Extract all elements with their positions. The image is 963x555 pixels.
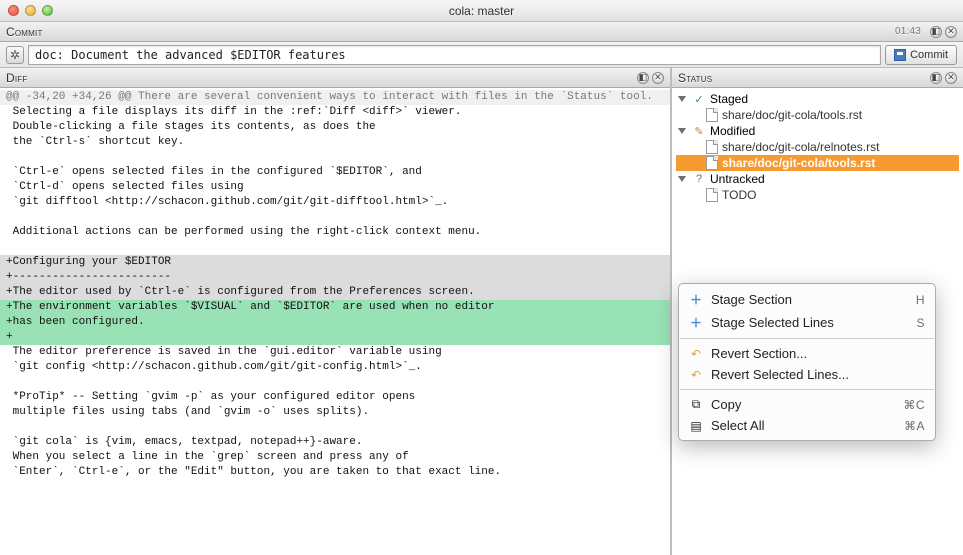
menu-item-shortcut: ⌘A	[904, 419, 925, 433]
menu-item-label: Stage Section	[711, 292, 908, 307]
diff-panel: Diff ◧ ✕ @@ -34,20 +34,26 @@ There are s…	[0, 68, 672, 555]
menu-item-label: Select All	[711, 418, 896, 433]
menu-item[interactable]: ↶ Revert Section...	[679, 343, 935, 364]
diff-line[interactable]: *ProTip* -- Setting `gvim -p` as your co…	[0, 390, 670, 405]
menu-item[interactable]: ▤ Select All ⌘A	[679, 415, 935, 436]
commit-button[interactable]: Commit	[885, 45, 957, 65]
diff-line[interactable]: Additional actions can be performed usin…	[0, 225, 670, 240]
diff-line[interactable]: @@ -34,20 +34,26 @@ There are several co…	[0, 90, 670, 105]
status-group-untracked[interactable]: ? Untracked	[676, 171, 959, 187]
diff-line[interactable]: +	[0, 330, 670, 345]
untracked-icon: ?	[692, 172, 706, 186]
status-group-modified[interactable]: ✎ Modified	[676, 123, 959, 139]
diff-line[interactable]: Selecting a file displays its diff in th…	[0, 105, 670, 120]
diff-line[interactable]	[0, 210, 670, 225]
selectall-icon: ▤	[689, 419, 703, 433]
plus-icon: ＋	[689, 314, 703, 331]
diff-line[interactable]	[0, 150, 670, 165]
status-group-label: Modified	[710, 124, 755, 138]
diff-line[interactable]: `git difftool <http://schacon.github.com…	[0, 195, 670, 210]
status-item[interactable]: share/doc/git-cola/relnotes.rst	[676, 139, 959, 155]
diff-header: Diff ◧ ✕	[0, 68, 670, 88]
status-item-path: share/doc/git-cola/tools.rst	[722, 156, 875, 170]
staged-icon: ✓	[692, 92, 706, 106]
commit-header: Commit 01:43 ◧ ✕	[0, 22, 963, 42]
context-menu: ＋ Stage Section H ＋ Stage Selected Lines S ↶ Re…	[678, 283, 936, 441]
menu-item-shortcut: S	[916, 316, 925, 330]
status-item[interactable]: share/doc/git-cola/tools.rst	[676, 107, 959, 123]
commit-bar: ✲ Commit	[0, 42, 963, 68]
status-header: Status ◧ ✕	[672, 68, 963, 88]
file-icon	[706, 140, 718, 154]
diff-line[interactable]: +The environment variables `$VISUAL` and…	[0, 300, 670, 315]
status-item-path: share/doc/git-cola/relnotes.rst	[722, 140, 879, 154]
titlebar: cola: master	[0, 0, 963, 22]
diff-line[interactable]: `git config <http://schacon.github.com/g…	[0, 360, 670, 375]
diff-line[interactable]: multiple files using tabs (and `gvim -o`…	[0, 405, 670, 420]
diff-line[interactable]: +------------------------	[0, 270, 670, 285]
diff-line[interactable]: `Enter`, `Ctrl-e`, or the "Edit" button,…	[0, 465, 670, 480]
status-header-label: Status	[678, 71, 712, 85]
diff-line[interactable]: the `Ctrl-s` shortcut key.	[0, 135, 670, 150]
menu-item[interactable]: ＋ Stage Selected Lines S	[679, 311, 935, 334]
diff-line[interactable]: `Ctrl-e` opens selected files in the con…	[0, 165, 670, 180]
chevron-down-icon	[678, 128, 686, 134]
diff-line[interactable]	[0, 240, 670, 255]
menu-item[interactable]: ↶ Revert Selected Lines...	[679, 364, 935, 385]
diff-line[interactable]: The editor preference is saved in the `g…	[0, 345, 670, 360]
detach-icon[interactable]: ◧	[930, 72, 942, 84]
detach-icon[interactable]: ◧	[637, 72, 649, 84]
status-item[interactable]: share/doc/git-cola/tools.rst	[676, 155, 959, 171]
menu-item-shortcut: ⌘C	[903, 398, 925, 412]
status-item-path: share/doc/git-cola/tools.rst	[722, 108, 862, 122]
menu-item-shortcut: H	[916, 293, 925, 307]
close-panel-icon[interactable]: ✕	[945, 72, 957, 84]
undo-icon: ↶	[689, 368, 703, 382]
file-icon	[706, 108, 718, 122]
chevron-down-icon	[678, 96, 686, 102]
save-icon	[894, 49, 906, 61]
window-title: cola: master	[0, 4, 963, 18]
menu-separator	[680, 338, 934, 339]
diff-line[interactable]: +has been configured.	[0, 315, 670, 330]
menu-item-label: Copy	[711, 397, 895, 412]
commit-header-label: Commit	[6, 25, 43, 39]
file-icon	[706, 156, 718, 170]
commit-message-input[interactable]	[28, 45, 881, 65]
commit-button-label: Commit	[910, 49, 948, 61]
gear-icon[interactable]: ✲	[6, 46, 24, 64]
chevron-down-icon	[678, 176, 686, 182]
diff-line[interactable]: Double-clicking a file stages its conten…	[0, 120, 670, 135]
diff-view[interactable]: @@ -34,20 +34,26 @@ There are several co…	[0, 88, 670, 555]
menu-item-label: Revert Section...	[711, 346, 917, 361]
menu-item-label: Stage Selected Lines	[711, 315, 908, 330]
menu-separator	[680, 389, 934, 390]
status-group-staged[interactable]: ✓ Staged	[676, 91, 959, 107]
diff-line[interactable]: `Ctrl-d` opens selected files using	[0, 180, 670, 195]
undo-icon: ↶	[689, 347, 703, 361]
commit-time: 01:43	[895, 26, 921, 37]
status-item[interactable]: TODO	[676, 187, 959, 203]
diff-line[interactable]: When you select a line in the `grep` scr…	[0, 450, 670, 465]
status-group-label: Untracked	[710, 172, 765, 186]
detach-icon[interactable]: ◧	[930, 26, 942, 38]
diff-line[interactable]: +The editor used by `Ctrl-e` is configur…	[0, 285, 670, 300]
diff-line[interactable]: +Configuring your $EDITOR	[0, 255, 670, 270]
modified-icon: ✎	[692, 124, 706, 138]
diff-line[interactable]	[0, 375, 670, 390]
close-panel-icon[interactable]: ✕	[945, 26, 957, 38]
status-group-label: Staged	[710, 92, 748, 106]
plus-icon: ＋	[689, 291, 703, 308]
diff-header-label: Diff	[6, 71, 27, 85]
menu-item[interactable]: ⧉ Copy ⌘C	[679, 394, 935, 415]
copy-icon: ⧉	[689, 397, 703, 412]
menu-item[interactable]: ＋ Stage Section H	[679, 288, 935, 311]
diff-line[interactable]: `git cola` is {vim, emacs, textpad, note…	[0, 435, 670, 450]
diff-line[interactable]	[0, 420, 670, 435]
status-item-path: TODO	[722, 188, 756, 202]
close-panel-icon[interactable]: ✕	[652, 72, 664, 84]
file-icon	[706, 188, 718, 202]
menu-item-label: Revert Selected Lines...	[711, 367, 917, 382]
